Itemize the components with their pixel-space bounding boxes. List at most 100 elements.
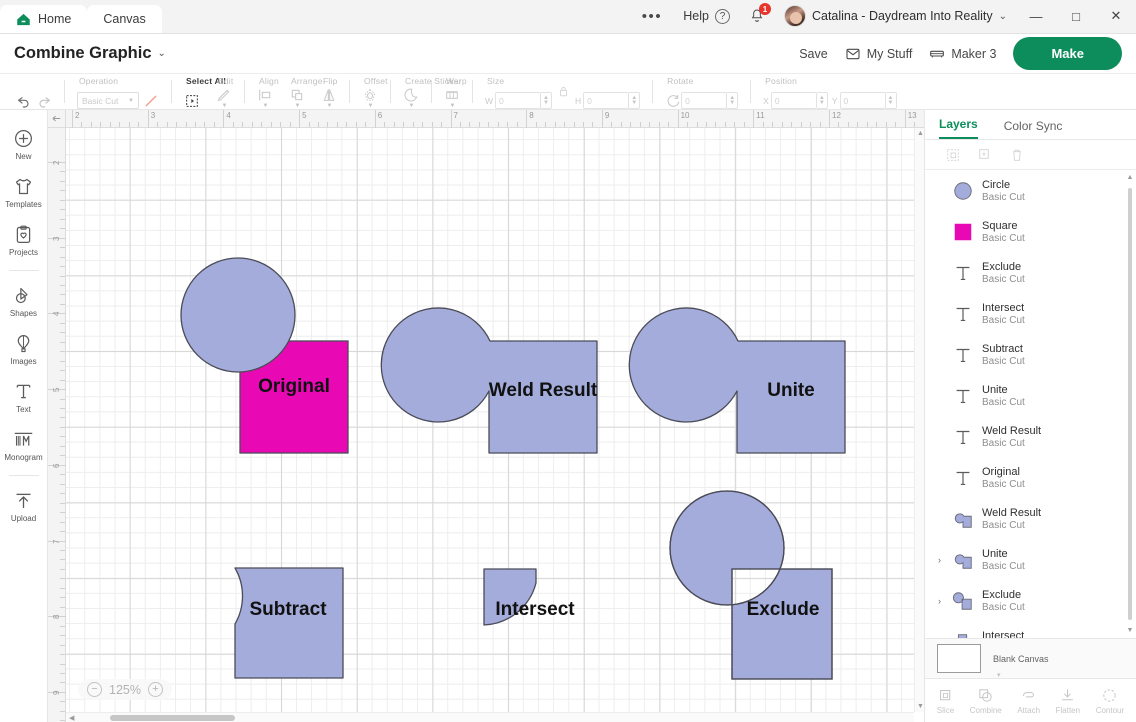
- x-input[interactable]: 0: [770, 92, 817, 109]
- layer-thumbnail[interactable]: [952, 180, 974, 202]
- scroll-left-arrow[interactable]: ◀: [69, 714, 74, 722]
- window-close-button[interactable]: ✕: [1096, 0, 1136, 33]
- layer-thumbnail[interactable]: [952, 385, 974, 407]
- layer-thumbnail[interactable]: [952, 631, 974, 638]
- layers-scroll-thumb[interactable]: [1128, 188, 1132, 620]
- sidebar-item-shapes[interactable]: Shapes: [0, 277, 48, 325]
- caption-unite[interactable]: Unite: [767, 380, 815, 401]
- width-stepper[interactable]: ▲ ▼: [541, 92, 553, 109]
- scroll-down-arrow[interactable]: ▼: [917, 703, 924, 710]
- scroll-up-arrow[interactable]: ▲: [917, 130, 924, 137]
- caption-subtract[interactable]: Subtract: [249, 599, 327, 620]
- width-input[interactable]: 0: [495, 92, 542, 109]
- duplicate-icon[interactable]: [977, 147, 993, 163]
- scroll-down-arrow[interactable]: ▼: [1126, 627, 1134, 634]
- user-account-button[interactable]: Catalina - Daydream Into Reality ⌄: [775, 0, 1016, 33]
- layer-row[interactable]: Weld Result Basic Cut: [925, 498, 1136, 539]
- tab-home[interactable]: Home: [0, 5, 88, 33]
- sidebar-item-new[interactable]: New: [0, 120, 48, 168]
- ruler-horizontal[interactable]: 234567891011121314: [48, 110, 924, 128]
- layer-row[interactable]: Square Basic Cut: [925, 211, 1136, 252]
- expand-chevron-icon[interactable]: ›: [935, 637, 944, 639]
- layer-action-combine[interactable]: Combine ▾: [970, 672, 1002, 715]
- caption-exclude[interactable]: Exclude: [747, 599, 820, 620]
- expand-chevron-icon[interactable]: ›: [935, 596, 944, 606]
- group-icon[interactable]: [945, 147, 961, 163]
- window-minimize-button[interactable]: —: [1016, 0, 1056, 33]
- layer-thumbnail[interactable]: [952, 549, 974, 571]
- more-options-button[interactable]: •••: [630, 8, 675, 25]
- layer-action-attach[interactable]: Attach: [1017, 687, 1040, 715]
- layer-row[interactable]: Unite Basic Cut: [925, 375, 1136, 416]
- horizontal-scroll-thumb[interactable]: [110, 715, 235, 721]
- shape-exclude[interactable]: [669, 490, 833, 680]
- canvas-artwork[interactable]: Original Weld Result Unite Subtract Inte…: [66, 128, 924, 722]
- layer-thumbnail[interactable]: [952, 221, 974, 243]
- layer-row[interactable]: Original Basic Cut: [925, 457, 1136, 498]
- zoom-in-button[interactable]: +: [147, 682, 163, 697]
- my-stuff-button[interactable]: My Stuff: [845, 46, 912, 62]
- canvas-area[interactable]: Original Weld Result Unite Subtract Inte…: [48, 110, 924, 722]
- rotate-stepper[interactable]: ▲ ▼: [727, 92, 739, 109]
- redo-button[interactable]: [36, 74, 52, 109]
- tab-layers[interactable]: Layers: [939, 117, 978, 139]
- layer-row[interactable]: › IntersectBasic Cut: [925, 621, 1136, 638]
- chevron-down-icon[interactable]: ▾: [997, 671, 1001, 679]
- layer-action-slice[interactable]: Slice: [937, 687, 954, 715]
- layer-row[interactable]: › Unite Basic Cut: [925, 539, 1136, 580]
- horizontal-scrollbar[interactable]: ◀: [66, 712, 914, 722]
- caption-original[interactable]: Original: [258, 376, 330, 397]
- sidebar-item-monogram[interactable]: Monogram: [0, 421, 48, 469]
- window-maximize-button[interactable]: □: [1056, 0, 1096, 33]
- scroll-up-arrow[interactable]: ▲: [1126, 174, 1134, 181]
- sidebar-item-templates[interactable]: Templates: [0, 168, 48, 216]
- layer-row[interactable]: Circle Basic Cut: [925, 170, 1136, 211]
- layer-thumbnail[interactable]: [952, 467, 974, 489]
- sidebar-item-projects[interactable]: Projects: [0, 216, 48, 264]
- ruler-origin-button[interactable]: [48, 110, 66, 128]
- layer-action-contour[interactable]: Contour: [1096, 687, 1124, 715]
- caption-intersect[interactable]: Intersect: [495, 599, 575, 620]
- shape-original-circle[interactable]: [180, 257, 296, 373]
- ruler-vertical[interactable]: 2345678910: [48, 110, 66, 722]
- layer-thumbnail[interactable]: [952, 590, 974, 612]
- sidebar-item-images[interactable]: Images: [0, 325, 48, 373]
- layer-action-flatten[interactable]: Flatten: [1056, 687, 1080, 715]
- blank-canvas-row[interactable]: Blank Canvas: [925, 638, 1136, 678]
- caption-weld-result[interactable]: Weld Result: [489, 380, 598, 401]
- layer-thumbnail[interactable]: [952, 508, 974, 530]
- layer-thumbnail[interactable]: [952, 344, 974, 366]
- y-input[interactable]: 0: [839, 92, 886, 109]
- layers-list[interactable]: ▲ ▼ Circle Basic Cut Square Basic Cut Exclud…: [925, 170, 1136, 638]
- undo-button[interactable]: [16, 74, 32, 109]
- tab-color-sync[interactable]: Color Sync: [1004, 119, 1063, 139]
- machine-selector-button[interactable]: Maker 3: [929, 46, 996, 62]
- save-button[interactable]: Save: [799, 47, 828, 61]
- layer-row[interactable]: Weld Result Basic Cut: [925, 416, 1136, 457]
- help-button[interactable]: Help ?: [674, 0, 739, 33]
- expand-chevron-icon[interactable]: ›: [935, 555, 944, 565]
- layers-scrollbar[interactable]: ▲ ▼: [1126, 174, 1134, 634]
- lock-icon[interactable]: [559, 86, 568, 97]
- tab-canvas[interactable]: Canvas: [87, 5, 162, 33]
- sidebar-item-text[interactable]: Text: [0, 373, 48, 421]
- height-stepper[interactable]: ▲ ▼: [629, 92, 641, 109]
- layer-row[interactable]: Intersect Basic Cut: [925, 293, 1136, 334]
- layer-row[interactable]: › Exclude Basic Cut: [925, 580, 1136, 621]
- zoom-out-button[interactable]: −: [87, 682, 102, 697]
- layer-thumbnail[interactable]: [952, 303, 974, 325]
- height-input[interactable]: 0: [583, 92, 630, 109]
- rotate-input[interactable]: 0: [681, 92, 728, 109]
- layer-row[interactable]: Subtract Basic Cut: [925, 334, 1136, 375]
- shape-subtract[interactable]: [234, 567, 344, 679]
- notifications-button[interactable]: 1: [739, 0, 775, 33]
- trash-icon[interactable]: [1009, 147, 1025, 163]
- sidebar-item-upload[interactable]: Upload: [0, 482, 48, 530]
- x-stepper[interactable]: ▲ ▼: [816, 92, 828, 109]
- vertical-scrollbar[interactable]: ▲ ▼: [914, 128, 924, 712]
- layer-thumbnail[interactable]: [952, 426, 974, 448]
- line-color-swatch[interactable]: [143, 74, 159, 109]
- make-button[interactable]: Make: [1013, 37, 1122, 70]
- project-title-button[interactable]: Combine Graphic ⌄: [14, 44, 166, 63]
- layer-thumbnail[interactable]: [952, 262, 974, 284]
